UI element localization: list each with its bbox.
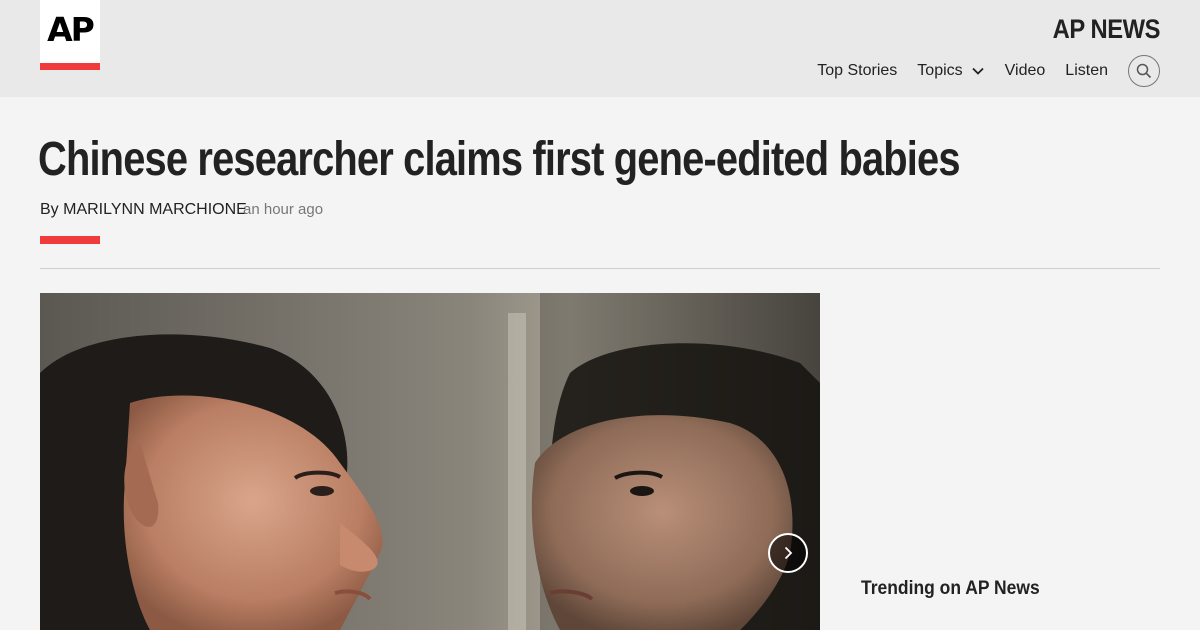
site-header: AP AP NEWS Top Stories Topics Video List… (0, 0, 1200, 97)
hero-image[interactable] (40, 293, 820, 630)
article-timestamp: an hour ago (243, 201, 324, 218)
article-headline: Chinese researcher claims first gene-edi… (38, 133, 961, 186)
nav-listen-label: Listen (1065, 62, 1108, 79)
main-nav: Top Stories Topics Video Listen (817, 55, 1160, 87)
byline-prefix: By (40, 201, 59, 218)
gallery-next-button[interactable] (768, 533, 808, 573)
nav-video[interactable]: Video (1005, 62, 1046, 80)
nav-topics-label: Topics (917, 62, 963, 79)
nav-top-stories-label: Top Stories (817, 62, 898, 79)
nav-topics[interactable]: Topics (917, 62, 984, 80)
logo-red-bar (40, 63, 100, 70)
chevron-right-icon (784, 546, 793, 560)
trending-heading: Trending on AP News (861, 578, 1040, 599)
accent-rule (40, 236, 100, 244)
hero-photo (40, 293, 820, 630)
search-icon (1136, 63, 1152, 79)
nav-top-stories[interactable]: Top Stories (817, 62, 897, 80)
section-divider (40, 268, 1160, 269)
ap-logo[interactable]: AP (40, 0, 100, 70)
logo-text: AP (47, 10, 95, 49)
chevron-down-icon (972, 67, 984, 75)
byline: By MARILYNN MARCHIONE (40, 201, 247, 219)
search-button[interactable] (1128, 55, 1160, 87)
nav-video-label: Video (1004, 62, 1046, 79)
nav-listen[interactable]: Listen (1065, 62, 1108, 80)
brand-title[interactable]: AP NEWS (1053, 14, 1161, 45)
byline-author[interactable]: MARILYNN MARCHIONE (63, 201, 247, 218)
